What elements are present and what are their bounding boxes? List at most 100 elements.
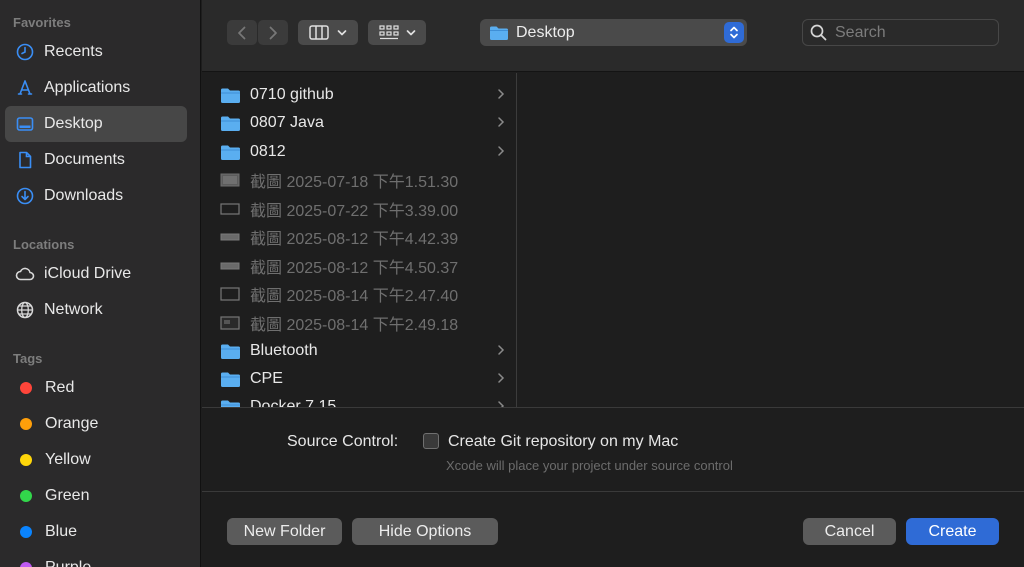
sidebar-item-label: Purple (45, 559, 91, 567)
view-mode-button[interactable] (298, 20, 358, 45)
search-field[interactable] (802, 19, 999, 46)
sidebar-tag-purple[interactable]: Purple (5, 550, 187, 567)
cloud-icon (15, 264, 35, 284)
file-name: 截圖 2025-08-14 下午2.49.18 (250, 317, 459, 334)
orange-tag-dot (20, 418, 32, 430)
file-name: 截圖 2025-08-12 下午4.50.37 (250, 260, 459, 277)
file-name: 截圖 2025-07-22 下午3.39.00 (250, 203, 459, 220)
sidebar-item-label: Network (44, 301, 103, 318)
file-row-folder[interactable]: 0812 (220, 138, 505, 166)
group-by-button[interactable] (368, 20, 426, 45)
sidebar-item-desktop[interactable]: Desktop (5, 106, 187, 142)
chevron-right-icon (269, 26, 277, 39)
file-name: 0710 github (250, 86, 334, 103)
up-down-arrows-icon (724, 22, 744, 43)
sidebar-item-downloads[interactable]: Downloads (5, 178, 187, 214)
source-control-label: Source Control: (287, 433, 399, 450)
file-column: 0710 github 0807 Java 0812 截圖 2025-07-18… (202, 73, 517, 408)
sidebar-item-label: Downloads (44, 187, 124, 204)
clock-icon (15, 42, 35, 62)
search-input[interactable] (835, 23, 995, 42)
document-icon (15, 150, 35, 170)
folder-icon (220, 370, 242, 388)
applications-icon (15, 78, 35, 98)
create-button[interactable]: Create (906, 518, 999, 545)
new-folder-button[interactable]: New Folder (227, 518, 342, 545)
file-row-folder[interactable]: 0807 Java (220, 109, 505, 137)
sidebar-item-network[interactable]: Network (5, 292, 187, 328)
file-row-folder[interactable]: Docker 7.15 (220, 393, 505, 408)
file-name: 0812 (250, 143, 286, 160)
source-control-hint: Xcode will place your project under sour… (446, 458, 733, 473)
chevron-right-icon (498, 117, 505, 127)
sidebar-item-label: Green (45, 487, 90, 504)
sidebar-item-label: Documents (44, 151, 125, 168)
file-browser: 0710 github 0807 Java 0812 截圖 2025-07-18… (202, 73, 1024, 408)
sidebar-item-label: Yellow (45, 451, 91, 468)
favorites-heading: Favorites (13, 15, 71, 30)
file-row-folder[interactable]: CPE (220, 365, 505, 393)
purple-tag-dot (20, 562, 32, 567)
chevron-right-icon (498, 401, 505, 407)
chevron-down-icon (406, 29, 415, 35)
file-row-image: 截圖 2025-07-22 下午3.39.00 (220, 195, 505, 223)
file-name: 截圖 2025-07-18 下午1.51.30 (250, 174, 459, 191)
sidebar-tag-green[interactable]: Green (5, 478, 187, 514)
file-row-image: 截圖 2025-08-12 下午4.50.37 (220, 252, 505, 280)
file-row-folder[interactable]: 0710 github (220, 81, 505, 109)
chevron-left-icon (238, 26, 246, 39)
sidebar-item-applications[interactable]: Applications (5, 70, 187, 106)
sidebar-tag-orange[interactable]: Orange (5, 406, 187, 442)
file-name: 0807 Java (250, 114, 324, 131)
image-thumbnail-icon (220, 200, 242, 218)
search-icon (810, 24, 827, 41)
yellow-tag-dot (20, 454, 32, 466)
folder-icon (220, 114, 242, 132)
folder-icon (220, 143, 242, 161)
sidebar-item-recents[interactable]: Recents (5, 34, 187, 70)
desktop-icon (15, 114, 35, 134)
file-name: CPE (250, 370, 283, 387)
location-label: Desktop (516, 23, 575, 41)
chevron-right-icon (498, 373, 505, 383)
columns-view-icon (309, 25, 329, 40)
back-button[interactable] (227, 20, 257, 45)
file-name: Bluetooth (250, 342, 318, 359)
location-popup[interactable]: Desktop (480, 19, 747, 46)
sidebar-item-label: Desktop (44, 115, 103, 132)
toolbar: Desktop (202, 0, 1024, 72)
sidebar-item-label: iCloud Drive (44, 265, 132, 282)
sidebar-item-label: Blue (45, 523, 78, 540)
forward-button[interactable] (258, 20, 288, 45)
file-row-image: 截圖 2025-08-14 下午2.49.18 (220, 309, 505, 337)
download-icon (15, 186, 35, 206)
sidebar-tag-yellow[interactable]: Yellow (5, 442, 187, 478)
sidebar-tag-blue[interactable]: Blue (5, 514, 187, 550)
tags-heading: Tags (13, 351, 43, 366)
main-panel: Desktop 0710 github 0807 Java (202, 0, 1024, 567)
file-name: Docker 7.15 (250, 398, 337, 408)
cancel-button[interactable]: Cancel (803, 518, 896, 545)
options-panel: Source Control: Create Git repository on… (202, 409, 1024, 492)
red-tag-dot (20, 382, 32, 394)
image-thumbnail-icon (220, 171, 242, 189)
chevron-right-icon (498, 345, 505, 355)
file-row-image: 截圖 2025-08-14 下午2.47.40 (220, 280, 505, 308)
sidebar-item-icloud-drive[interactable]: iCloud Drive (5, 256, 187, 292)
grid-group-icon (378, 24, 399, 39)
sidebar-item-label: Orange (45, 415, 99, 432)
git-repository-checkbox[interactable] (423, 433, 439, 449)
green-tag-dot (20, 490, 32, 502)
file-name: 截圖 2025-08-14 下午2.47.40 (250, 288, 459, 305)
folder-icon (490, 26, 508, 40)
sidebar-item-documents[interactable]: Documents (5, 142, 187, 178)
chevron-right-icon (498, 146, 505, 156)
git-repository-checkbox-label[interactable]: Create Git repository on my Mac (448, 433, 678, 451)
sidebar-tag-red[interactable]: Red (5, 370, 187, 406)
globe-icon (15, 300, 35, 320)
image-thumbnail-icon (220, 314, 242, 332)
blue-tag-dot (20, 526, 32, 538)
hide-options-button[interactable]: Hide Options (352, 518, 498, 545)
file-row-folder[interactable]: Bluetooth (220, 337, 505, 365)
file-row-image: 截圖 2025-08-12 下午4.42.39 (220, 223, 505, 251)
